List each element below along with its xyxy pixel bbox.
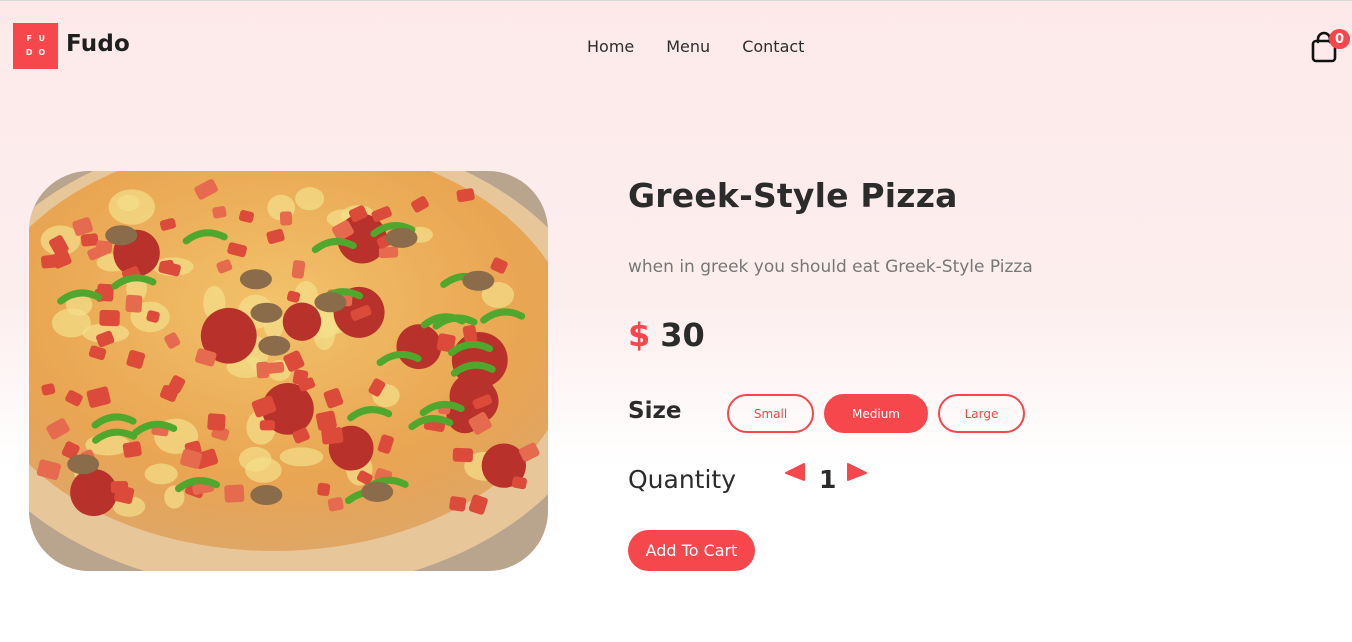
- arrow-right-icon: [847, 463, 867, 481]
- quantity-increase-button[interactable]: [846, 463, 868, 483]
- nav-link-home[interactable]: Home: [587, 37, 634, 56]
- pizza-illustration: [29, 171, 548, 571]
- quantity-value: 1: [819, 465, 837, 494]
- product-price: $30: [628, 316, 705, 354]
- arrow-left-icon: [785, 463, 805, 481]
- nav-link-menu[interactable]: Menu: [666, 37, 710, 56]
- size-medium-button[interactable]: Medium: [824, 394, 928, 433]
- brand-name[interactable]: Fudo: [66, 31, 130, 57]
- logo-letter: F: [26, 34, 32, 43]
- logo-letter: U: [38, 34, 46, 43]
- product-title: Greek-Style Pizza: [628, 176, 958, 215]
- size-large-button[interactable]: Large: [938, 394, 1025, 433]
- product-image: [29, 171, 548, 571]
- navbar: F U D O Fudo Home Menu Contact 0: [0, 1, 1352, 91]
- price-value: 30: [660, 316, 705, 354]
- quantity-decrease-button[interactable]: [784, 463, 806, 483]
- size-label: Size: [628, 398, 682, 424]
- main-nav: Home Menu Contact: [587, 37, 804, 56]
- logo[interactable]: F U D O: [13, 23, 58, 69]
- cart-count-badge: 0: [1329, 29, 1350, 49]
- logo-letter: D: [25, 48, 33, 57]
- currency-symbol: $: [628, 316, 651, 354]
- logo-letter: O: [38, 48, 46, 57]
- size-small-button[interactable]: Small: [727, 394, 814, 433]
- cart-button[interactable]: 0: [1311, 29, 1351, 67]
- add-to-cart-button[interactable]: Add To Cart: [628, 530, 755, 571]
- nav-link-contact[interactable]: Contact: [742, 37, 804, 56]
- product-description: when in greek you should eat Greek-Style…: [628, 257, 1033, 277]
- quantity-label: Quantity: [628, 465, 737, 494]
